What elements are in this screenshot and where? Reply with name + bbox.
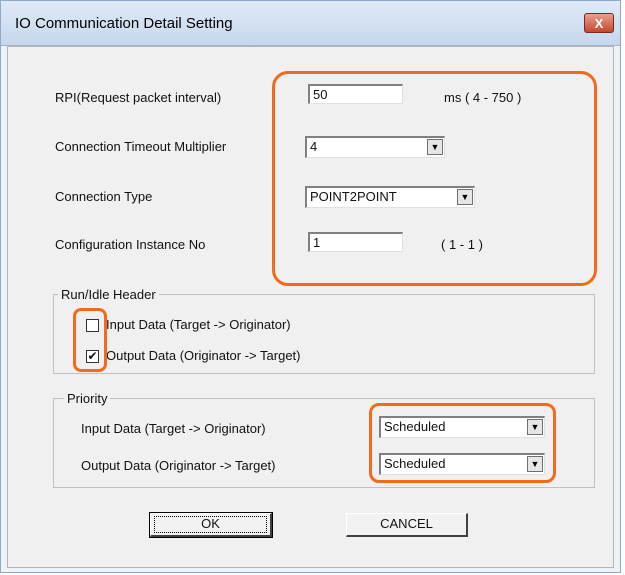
- ok-focus-rect: [154, 516, 267, 533]
- close-button[interactable]: X: [584, 13, 614, 33]
- run-idle-input-label: Input Data (Target -> Originator): [106, 317, 291, 332]
- check-icon: ✔: [87, 349, 98, 363]
- connection-type-value: POINT2POINT: [310, 189, 397, 204]
- rpi-label: RPI(Request packet interval): [55, 90, 222, 105]
- cancel-button[interactable]: CANCEL: [346, 513, 468, 537]
- rpi-unit-label: ms ( 4 - 750 ): [444, 90, 522, 105]
- priority-output-label: Output Data (Originator -> Target): [81, 458, 276, 473]
- chevron-down-icon[interactable]: ▼: [527, 419, 543, 435]
- priority-input-select[interactable]: Scheduled ▼: [379, 416, 545, 438]
- run-idle-input-checkbox[interactable]: [86, 319, 99, 332]
- config-instance-range: ( 1 - 1 ): [441, 237, 483, 252]
- timeout-multiplier-value: 4: [310, 139, 318, 154]
- chevron-down-icon[interactable]: ▼: [527, 456, 543, 472]
- timeout-multiplier-select[interactable]: 4 ▼: [305, 136, 445, 158]
- chevron-down-icon[interactable]: ▼: [427, 139, 443, 155]
- priority-output-select[interactable]: Scheduled ▼: [379, 453, 545, 475]
- priority-input-label: Input Data (Target -> Originator): [81, 421, 266, 436]
- dialog-body: RPI(Request packet interval) 50 ms ( 4 -…: [7, 46, 614, 568]
- chevron-down-icon[interactable]: ▼: [457, 189, 473, 205]
- timeout-multiplier-label: Connection Timeout Multiplier: [55, 139, 227, 154]
- window-title: IO Communication Detail Setting: [15, 15, 233, 32]
- run-idle-output-checkbox[interactable]: ✔: [86, 350, 99, 363]
- config-instance-input[interactable]: 1: [308, 232, 403, 252]
- run-idle-group-title: Run/Idle Header: [58, 287, 159, 302]
- dialog-window: IO Communication Detail Setting X RPI(Re…: [0, 0, 621, 573]
- title-bar[interactable]: IO Communication Detail Setting X: [1, 1, 620, 46]
- priority-group-title: Priority: [64, 391, 111, 406]
- priority-input-value: Scheduled: [384, 419, 446, 434]
- connection-type-label: Connection Type: [55, 189, 153, 204]
- cancel-button-label: CANCEL: [380, 516, 433, 531]
- connection-type-select[interactable]: POINT2POINT ▼: [305, 186, 475, 208]
- ok-button[interactable]: OK: [149, 512, 273, 538]
- config-instance-label: Configuration Instance No: [55, 237, 206, 252]
- priority-output-value: Scheduled: [384, 456, 446, 471]
- run-idle-output-label: Output Data (Originator -> Target): [106, 348, 301, 363]
- rpi-input[interactable]: 50: [308, 84, 403, 104]
